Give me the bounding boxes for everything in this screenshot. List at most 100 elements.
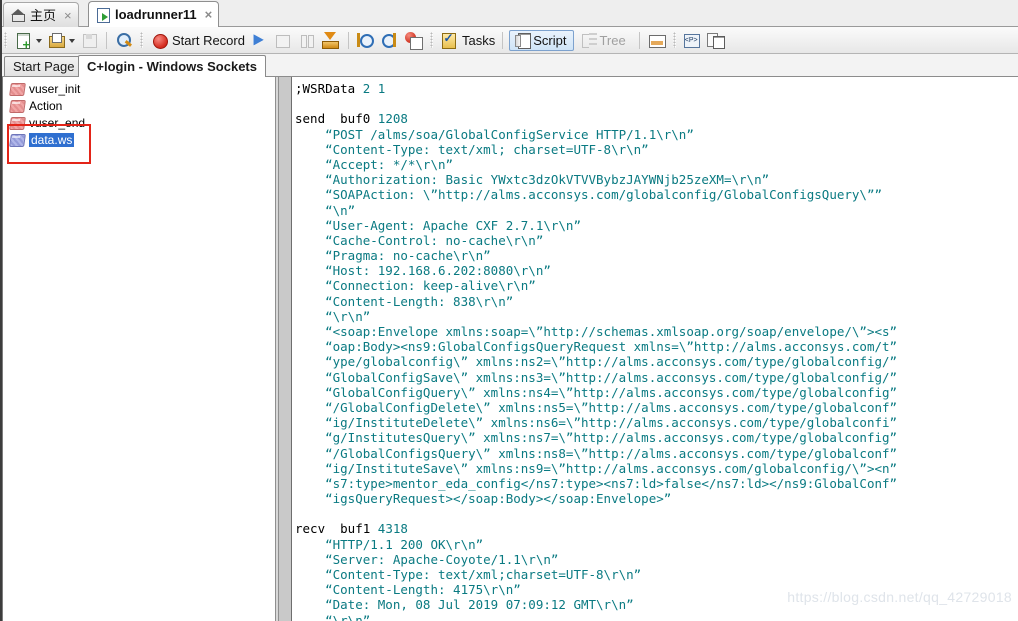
code-line: “GlobalConfigQuery\” xmlns:ns4=\”http://… xyxy=(295,385,1018,400)
script-view-button[interactable]: Script xyxy=(509,29,575,51)
tab-clogin-windows-sockets[interactable]: C+login - Windows Sockets xyxy=(78,55,266,77)
script-view-label: Script xyxy=(533,32,567,48)
code-token: “\r\n” xyxy=(295,308,371,324)
tree-item-label: vuser_end xyxy=(29,116,86,130)
toolbar-grip[interactable] xyxy=(429,32,433,48)
window-tab-home[interactable]: 主页 × xyxy=(3,2,79,27)
code-line: “/GlobalConfigDelete\” xmlns:ns5=\”http:… xyxy=(295,400,1018,415)
close-icon[interactable]: × xyxy=(64,9,72,22)
code-line: “Content-Type: text/xml; charset=UTF-8\r… xyxy=(295,142,1018,157)
code-token: “Cache-Control: no-cache\r\n” xyxy=(295,232,544,248)
code-token: “POST /alms/soa/GlobalConfigService HTTP… xyxy=(295,126,694,142)
download-tray-icon[interactable] xyxy=(320,30,342,51)
code-line: “oap:Body><ns9:GlobalConfigsQueryRequest… xyxy=(295,339,1018,354)
code-token: “Accept: */*\r\n” xyxy=(295,156,454,172)
code-token: 1208 xyxy=(377,111,408,127)
toolbar-grip[interactable] xyxy=(672,32,676,48)
window-tab-home-label: 主页 xyxy=(30,7,57,23)
code-line: “SOAPAction: \”http://alms.acconsys.com/… xyxy=(295,187,1018,202)
run-step-icon[interactable] xyxy=(403,30,425,51)
window-tab-loadrunner11-label: loadrunner11 xyxy=(115,7,197,22)
step-out-icon[interactable] xyxy=(379,30,401,51)
code-token: “igsQueryRequest></soap:Body></soap:Enve… xyxy=(295,491,672,507)
tree-view-label: Tree xyxy=(599,32,626,48)
editor-gutter[interactable] xyxy=(279,77,292,621)
copy-docs-icon[interactable] xyxy=(705,30,727,51)
code-text[interactable]: ;WSRData 2 1 send buf0 1208 “POST /alms/… xyxy=(295,77,1018,621)
tasks-icon[interactable] xyxy=(438,30,460,51)
new-script-dropdown[interactable] xyxy=(35,30,44,50)
toolbar-grip[interactable] xyxy=(140,32,143,48)
code-token: “SOAPAction: \”http://alms.acconsys.com/… xyxy=(295,187,882,203)
code-token: “Server: Apache-Coyote/1.1\r\n” xyxy=(295,551,559,567)
window-tab-loadrunner11[interactable]: loadrunner11 × xyxy=(88,1,220,27)
code-line: “ig/InstituteSave\” xmlns:ns9=\”http://a… xyxy=(295,461,1018,476)
tree-item-vuser-init[interactable]: vuser_init xyxy=(9,81,275,97)
code-line: “HTTP/1.1 200 OK\r\n” xyxy=(295,537,1018,552)
stop-icon[interactable] xyxy=(272,30,294,51)
window-tab-strip: 主页 × loadrunner11 × xyxy=(0,0,1018,27)
code-line: “Cache-Control: no-cache\r\n” xyxy=(295,233,1018,248)
code-token: “/GlobalConfigsQuery\” xmlns:ns8=\”http:… xyxy=(295,445,898,461)
code-line: “s7:type>mentor_eda_config</ns7:type><ns… xyxy=(295,476,1018,491)
record-icon[interactable] xyxy=(148,30,170,51)
find-icon[interactable] xyxy=(113,30,135,51)
start-record-label[interactable]: Start Record xyxy=(172,33,245,48)
open-script-icon[interactable] xyxy=(45,30,67,51)
code-token: “HTTP/1.1 200 OK\r\n” xyxy=(295,536,484,552)
toolbar-separator xyxy=(502,31,504,49)
code-token: “Content-Length: 4175\r\n” xyxy=(295,582,521,598)
script-run-icon xyxy=(96,7,111,23)
tree-item-label: data.ws xyxy=(29,133,75,147)
code-line: “Pragma: no-cache\r\n” xyxy=(295,248,1018,263)
tree-item-data-ws[interactable]: data.ws xyxy=(9,132,275,148)
home-icon xyxy=(11,8,26,23)
code-token: send buf0 xyxy=(295,111,378,127)
code-token: 4318 xyxy=(377,521,408,537)
replay-play-icon[interactable] xyxy=(248,30,270,51)
code-editor[interactable]: ;WSRData 2 1 send buf0 1208 “POST /alms/… xyxy=(278,77,1018,621)
code-line: “igsQueryRequest></soap:Body></soap:Enve… xyxy=(295,491,1018,506)
split-pane-icon[interactable] xyxy=(646,30,668,51)
code-token: ;WSRData xyxy=(295,81,363,96)
code-token: “Host: 192.168.6.202:8080\r\n” xyxy=(295,263,551,279)
code-line: “\r\n” xyxy=(295,309,1018,324)
code-token: “Authorization: Basic YWxtc3dzOkVTVVBybz… xyxy=(295,172,770,188)
toolbar-grip[interactable] xyxy=(4,32,7,48)
vugen-window: 主页 × loadrunner11 × Start Record xyxy=(0,0,1018,621)
step-into-icon[interactable] xyxy=(355,30,377,51)
tree-item-action[interactable]: Action xyxy=(9,98,275,114)
code-line: “POST /alms/soa/GlobalConfigService HTTP… xyxy=(295,127,1018,142)
code-token: “Content-Type: text/xml;charset=UTF-8\r\… xyxy=(295,567,642,582)
code-line: “ig/InstituteDelete\” xmlns:ns6=\”http:/… xyxy=(295,415,1018,430)
tree-item-vuser-end[interactable]: vuser_end xyxy=(9,115,275,131)
code-line: recv buf1 4318 xyxy=(295,521,1018,536)
tab-start-page[interactable]: Start Page xyxy=(4,56,84,76)
script-tree-panel: vuser_init Action vuser_end data.ws xyxy=(1,77,276,621)
tree-view-button[interactable]: Tree xyxy=(576,30,632,51)
script-tree: vuser_init Action vuser_end data.ws xyxy=(3,77,275,148)
new-script-icon[interactable] xyxy=(12,30,34,51)
code-token: “\r\n” xyxy=(295,612,371,621)
code-line: “\n” xyxy=(295,203,1018,218)
code-token: “Content-Length: 838\r\n” xyxy=(295,293,514,309)
pause-icon[interactable] xyxy=(296,30,318,51)
save-icon[interactable] xyxy=(78,30,100,51)
code-token: “ig/InstituteSave\” xmlns:ns9=\”http://a… xyxy=(295,460,898,476)
code-line: “Connection: keep-alive\r\n” xyxy=(295,278,1018,293)
code-line: “User-Agent: Apache CXF 2.7.1\r\n” xyxy=(295,218,1018,233)
tab-clogin-windows-sockets-label: C+login - Windows Sockets xyxy=(87,59,257,74)
action-brick-icon xyxy=(9,99,26,113)
open-script-dropdown[interactable] xyxy=(68,30,77,50)
code-token: “s7:type>mentor_eda_config</ns7:type><ns… xyxy=(295,475,898,491)
snapshot-icon[interactable] xyxy=(681,30,703,51)
main-toolbar: Start Record Tasks Script Tree xyxy=(0,27,1018,54)
close-icon[interactable]: × xyxy=(205,8,213,21)
code-token: “Connection: keep-alive\r\n” xyxy=(295,278,536,294)
tasks-label[interactable]: Tasks xyxy=(462,33,495,48)
code-token: “g/InstitutesQuery\” xmlns:ns7=\”http://… xyxy=(295,430,898,446)
code-token: “oap:Body><ns9:GlobalConfigsQueryRequest… xyxy=(295,339,898,355)
tab-start-page-label: Start Page xyxy=(13,59,75,74)
